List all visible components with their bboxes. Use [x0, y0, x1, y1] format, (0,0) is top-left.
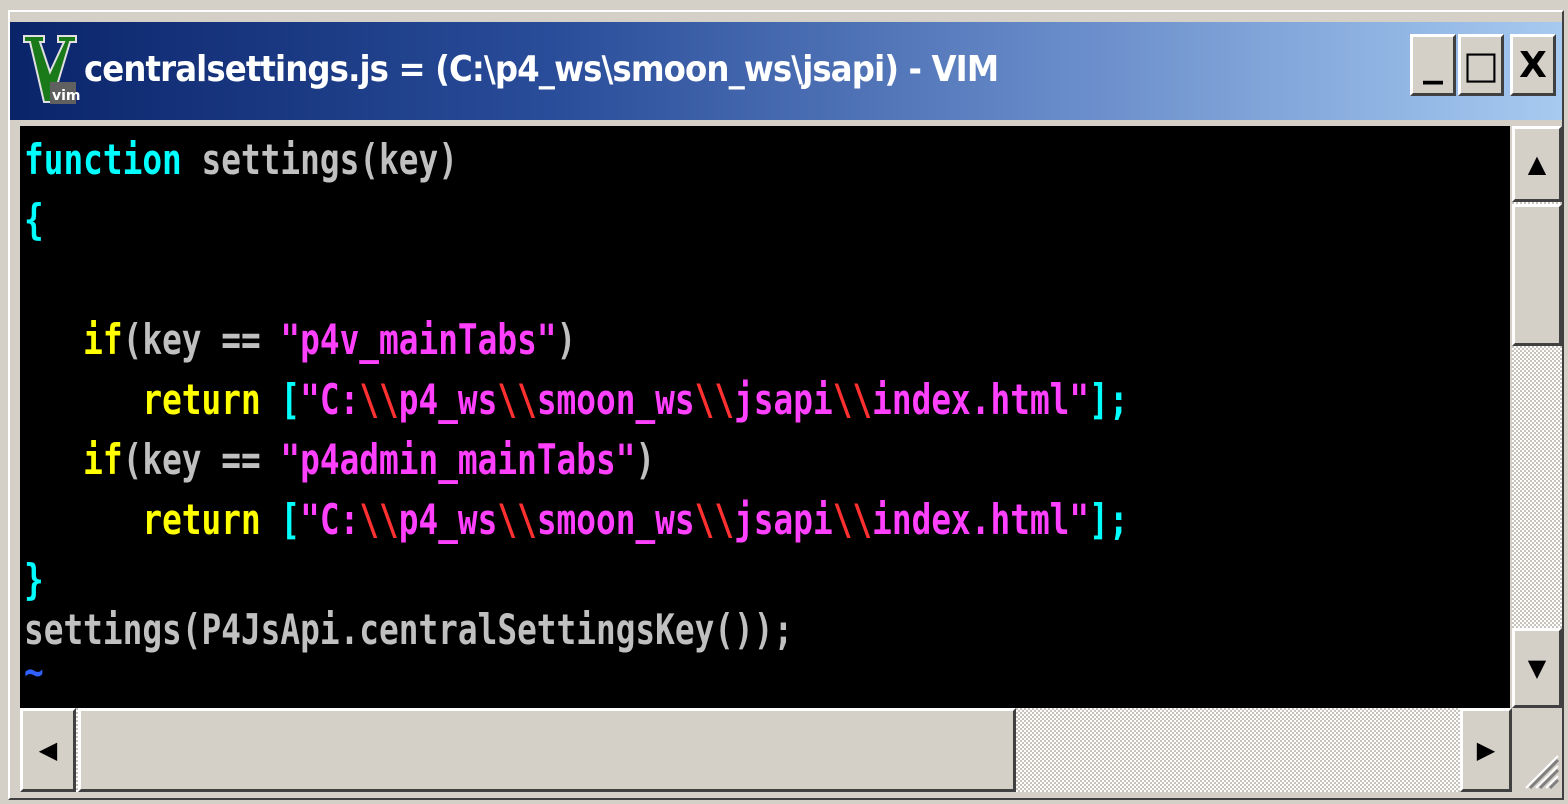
code-editor[interactable]: function settings(key) { if(key == "p4v_… [20, 126, 1510, 708]
escape-token: \\ [359, 375, 399, 424]
code-line-10: ~ [24, 651, 44, 693]
vim-icon: vim [23, 35, 80, 104]
code-line-8: } [24, 552, 44, 608]
string-token: jsapi [734, 495, 833, 544]
identifier-token: ) [635, 435, 656, 484]
keyword-token: if [83, 315, 123, 364]
minimize-button[interactable]: _ [1410, 34, 1456, 96]
arrow-right-icon: ▶ [1476, 736, 1496, 764]
escape-token: \\ [497, 495, 537, 544]
keyword-token: return [142, 375, 261, 424]
escape-token: \\ [497, 375, 537, 424]
code-line-2: { [24, 192, 44, 248]
string-token: "p4v_mainTabs" [280, 315, 557, 364]
string-token: jsapi [734, 375, 833, 424]
string-token: index.html" [872, 375, 1090, 424]
keyword-token: function [24, 135, 182, 184]
bracket-token: ]; [1089, 375, 1129, 424]
brace-token: { [24, 195, 44, 244]
arrow-down-icon: ▼ [1527, 654, 1547, 682]
identifier-token: (key == [122, 315, 281, 364]
bracket-token: [ [280, 375, 301, 424]
bracket-token: ]; [1089, 495, 1129, 544]
close-button[interactable]: X [1510, 34, 1556, 96]
escape-token: \\ [694, 375, 735, 424]
resize-grip-icon [1525, 755, 1560, 790]
maximize-button[interactable]: □ [1458, 34, 1504, 96]
horizontal-scroll-thumb[interactable] [78, 708, 1016, 792]
identifier-token: settings(key) [181, 135, 458, 184]
string-token: "C: [300, 375, 360, 424]
identifier-token: ) [556, 315, 577, 364]
escape-token: \\ [359, 495, 399, 544]
string-token: p4_ws [398, 495, 498, 544]
horizontal-scrollbar[interactable]: ◀ ▶ [20, 708, 1512, 792]
code-line-4: if(key == "p4v_mainTabs") [24, 312, 576, 368]
identifier-token: settings(P4JsApi.centralSettingsKey()); [24, 605, 794, 654]
string-token: "C: [300, 495, 360, 544]
resize-grip[interactable] [1512, 708, 1562, 792]
escape-token: \\ [694, 495, 735, 544]
code-line-7: return ["C:\\p4_ws\\smoon_ws\\jsapi\\ind… [24, 492, 1129, 548]
string-token: smoon_ws [536, 375, 695, 424]
escape-token: \\ [832, 375, 873, 424]
string-token: smoon_ws [536, 495, 695, 544]
scroll-down-button[interactable]: ▼ [1512, 628, 1562, 708]
identifier-token: (key == [122, 435, 281, 484]
scroll-right-button[interactable]: ▶ [1460, 708, 1512, 792]
code-line-6: if(key == "p4admin_mainTabs") [24, 432, 655, 488]
close-icon: X [1519, 44, 1547, 86]
keyword-token: return [142, 495, 261, 544]
arrow-up-icon: ▲ [1527, 150, 1547, 178]
window-title: centralsettings.js = (C:\p4_ws\smoon_ws\… [84, 49, 999, 90]
bracket-token: [ [280, 495, 301, 544]
minimize-icon: _ [1423, 39, 1443, 85]
scroll-left-button[interactable]: ◀ [20, 708, 76, 792]
maximize-icon: □ [1463, 43, 1499, 87]
string-token: p4_ws [398, 375, 498, 424]
string-token: "p4admin_mainTabs" [280, 435, 636, 484]
empty-line-marker: ~ [24, 647, 44, 696]
code-line-1: function settings(key) [24, 132, 458, 188]
keyword-token: if [83, 435, 123, 484]
svg-text:vim: vim [52, 88, 80, 104]
code-line-5: return ["C:\\p4_ws\\smoon_ws\\jsapi\\ind… [24, 372, 1129, 428]
code-line-9: settings(P4JsApi.centralSettingsKey()); [24, 602, 793, 658]
brace-token: } [24, 555, 44, 604]
string-token: index.html" [872, 495, 1090, 544]
vertical-scroll-thumb[interactable] [1512, 204, 1562, 346]
escape-token: \\ [832, 495, 873, 544]
vertical-scrollbar[interactable]: ▲ ▼ [1512, 126, 1562, 708]
scroll-up-button[interactable]: ▲ [1512, 126, 1562, 202]
arrow-left-icon: ◀ [38, 736, 58, 764]
